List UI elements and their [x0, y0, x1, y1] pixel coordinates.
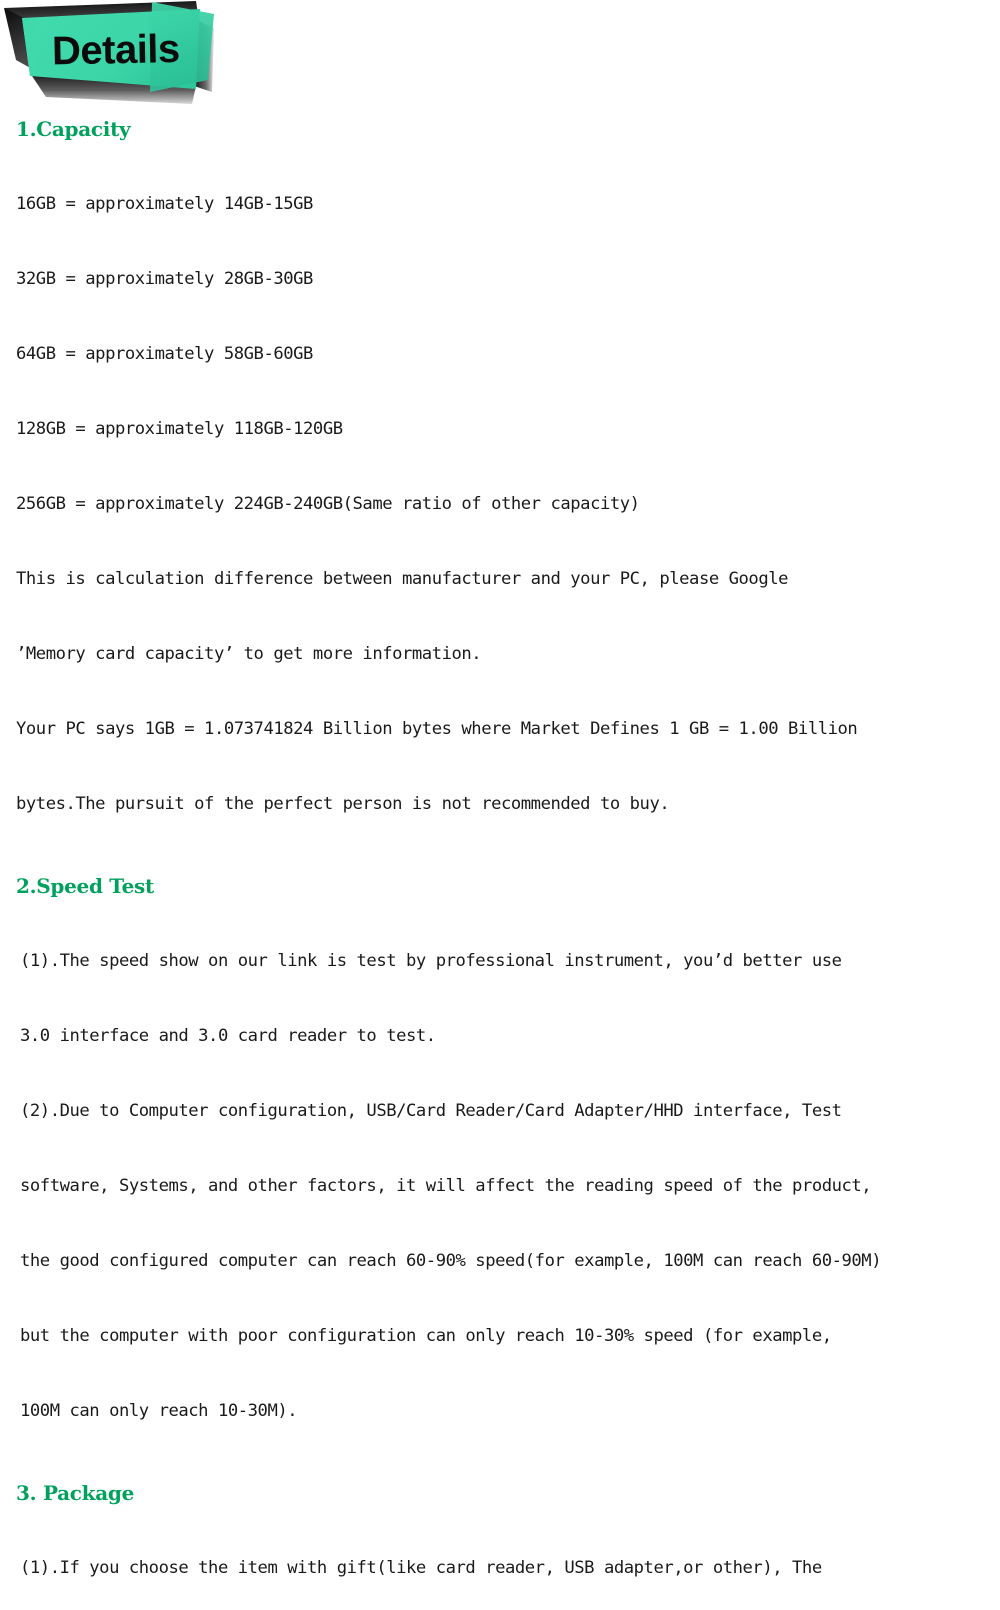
section-heading-speed-test: 2.Speed Test — [16, 874, 154, 898]
section-body-speed-test: (1).The speed show on our link is test b… — [0, 899, 1000, 1474]
capacity-line-32gb: 32GB = approximately 28GB-30GB — [16, 269, 313, 289]
speed-line-7: 100M can only reach 10-30M). — [20, 1401, 298, 1421]
capacity-line-64gb: 64GB = approximately 58GB-60GB — [16, 344, 313, 364]
section-body-capacity: 16GB = approximately 14GB-15GB 32GB = ap… — [0, 142, 1000, 867]
section-capacity: 1.Capacity 16GB = approximately 14GB-15G… — [0, 112, 1000, 867]
speed-line-6: but the computer with poor configuration… — [20, 1326, 832, 1346]
speed-line-3: (2).Due to Computer configuration, USB/C… — [20, 1101, 842, 1121]
section-heading-package: 3. Package — [16, 1481, 135, 1505]
section-body-package: (1).If you choose the item with gift(lik… — [0, 1506, 1000, 1610]
capacity-line-128gb: 128GB = approximately 118GB-120GB — [16, 419, 343, 439]
capacity-line-256gb: 256GB = approximately 224GB-240GB(Same r… — [16, 494, 640, 514]
section-heading-capacity: 1.Capacity — [16, 117, 131, 141]
speed-line-4: software, Systems, and other factors, it… — [20, 1176, 872, 1196]
package-line-1: (1).If you choose the item with gift(lik… — [20, 1558, 822, 1578]
speed-line-2: 3.0 interface and 3.0 card reader to tes… — [20, 1026, 436, 1046]
speed-line-1: (1).The speed show on our link is test b… — [20, 951, 842, 971]
banner-title: Details — [51, 26, 181, 74]
capacity-note-line-1: This is calculation difference between m… — [16, 569, 789, 589]
section-speed-test: 2.Speed Test (1).The speed show on our l… — [0, 867, 1000, 1474]
capacity-line-16gb: 16GB = approximately 14GB-15GB — [16, 194, 313, 214]
speed-line-5: the good configured computer can reach 6… — [20, 1251, 882, 1271]
section-package: 3. Package (1).If you choose the item wi… — [0, 1474, 1000, 1610]
details-page: Details 1.Capacity 16GB = approximately … — [0, 0, 1000, 1578]
capacity-note-line-2: ’Memory card capacity’ to get more infor… — [16, 644, 482, 664]
details-content: 1.Capacity 16GB = approximately 14GB-15G… — [0, 112, 1000, 1610]
capacity-note-line-3: Your PC says 1GB = 1.073741824 Billion b… — [16, 719, 858, 739]
details-banner: Details — [0, 0, 260, 112]
